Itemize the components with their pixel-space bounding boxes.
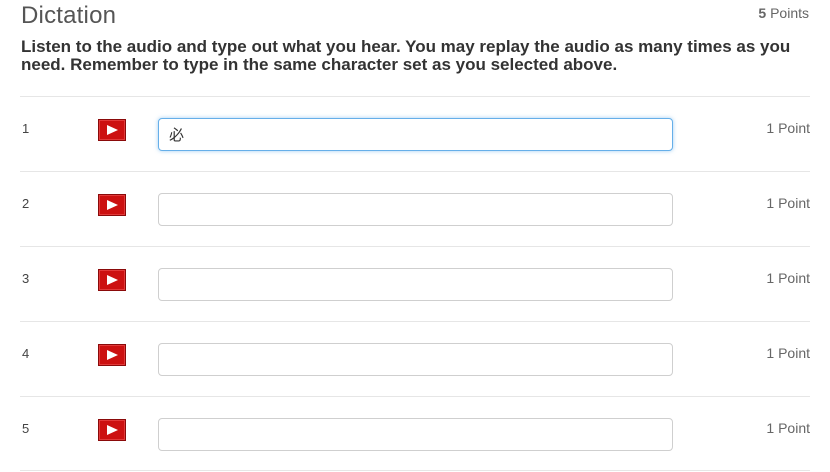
question-row: 5 1 Point [20,396,810,471]
question-points: 1 Point [766,195,810,211]
play-audio-button[interactable] [98,119,126,141]
question-number: 4 [22,346,30,361]
question-row: 4 1 Point [20,321,810,396]
question-row: 2 1 Point [20,171,810,246]
play-icon [107,275,118,285]
dictation-panel: Dictation 5 Points Listen to the audio a… [0,0,830,472]
question-points: 1 Point [766,420,810,436]
question-list: 1 1 Point 2 1 Point 3 1 Point 4 [20,96,810,471]
question-number: 3 [22,271,30,286]
total-points-label: Points [770,5,809,21]
play-icon [107,200,118,210]
question-points: 1 Point [766,120,810,136]
answer-input[interactable] [158,118,673,151]
play-audio-button[interactable] [98,344,126,366]
play-icon [107,125,118,135]
total-points: 5 Points [758,5,809,21]
total-points-number: 5 [758,5,767,21]
question-number: 5 [22,421,30,436]
play-icon [107,425,118,435]
answer-input[interactable] [158,343,673,376]
section-title: Dictation [21,2,117,29]
question-row: 1 1 Point [20,96,810,171]
question-number: 2 [22,196,30,211]
question-points: 1 Point [766,270,810,286]
play-icon [107,350,118,360]
answer-input[interactable] [158,418,673,451]
play-audio-button[interactable] [98,419,126,441]
answer-input[interactable] [158,193,673,226]
play-audio-button[interactable] [98,269,126,291]
question-points: 1 Point [766,345,810,361]
play-audio-button[interactable] [98,194,126,216]
answer-input[interactable] [158,268,673,301]
question-row: 3 1 Point [20,246,810,321]
instructions-text: Listen to the audio and type out what yo… [21,37,791,74]
question-number: 1 [22,121,30,136]
